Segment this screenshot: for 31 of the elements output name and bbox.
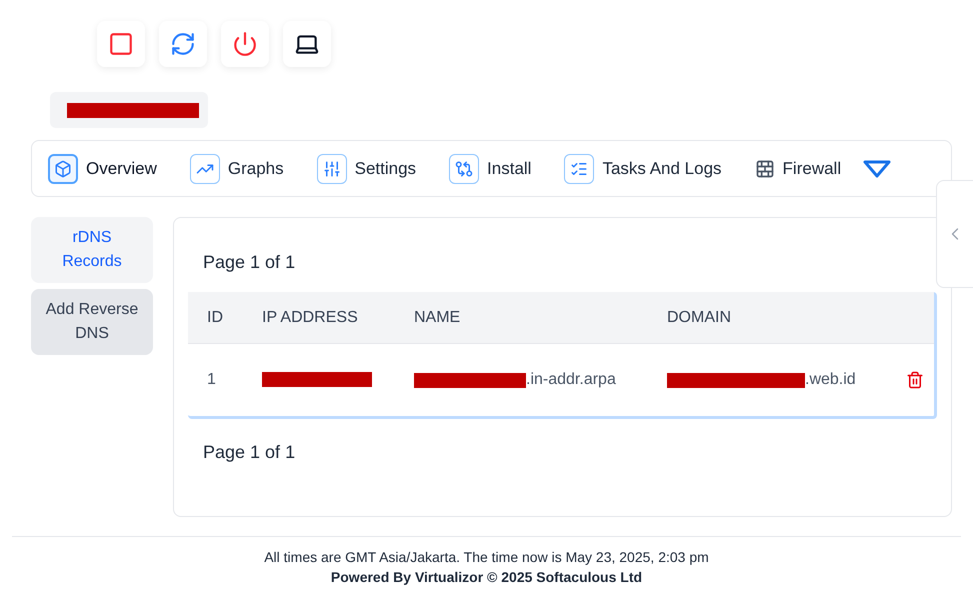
power-icon bbox=[232, 31, 258, 57]
refresh-icon bbox=[170, 31, 196, 57]
nav-tab[interactable]: Tasks And Logs bbox=[564, 154, 722, 184]
nav-tab[interactable]: Overview bbox=[48, 154, 157, 184]
side-menu-item[interactable]: rDNS Records bbox=[31, 217, 153, 283]
powered-by-text: Powered By Virtualizor © 2025 Softaculous Ltd bbox=[330, 568, 642, 587]
nav-tab[interactable]: Settings bbox=[316, 154, 416, 184]
column-header: ID bbox=[206, 308, 224, 328]
brick-wall-icon bbox=[754, 158, 775, 178]
page-indicator: Page 1 of 1 bbox=[202, 251, 296, 274]
stop-icon bbox=[108, 31, 134, 57]
column-header: DOMAIN bbox=[667, 308, 732, 328]
timezone-note: All times are GMT Asia/Jakarta. The time now is May 23, 2025, 2:03 pm bbox=[264, 548, 709, 567]
table-cell-text: 1 bbox=[206, 370, 217, 390]
action-button[interactable] bbox=[283, 21, 331, 67]
table-cell-text: .in-addr.arpa bbox=[526, 370, 616, 390]
branch-arrows-icon bbox=[449, 154, 480, 184]
cube-icon bbox=[48, 154, 78, 184]
dropdown-triangle-icon[interactable] bbox=[862, 158, 892, 178]
column-header: NAME bbox=[414, 308, 462, 328]
sliders-icon bbox=[316, 154, 347, 184]
nav-tab[interactable]: Install bbox=[449, 154, 532, 184]
table-cell-text: .web.id bbox=[805, 370, 856, 390]
side-menu-item[interactable]: Add Reverse DNS bbox=[31, 289, 153, 355]
column-header: IP ADDRESS bbox=[262, 308, 359, 328]
nav-tab[interactable]: Graphs bbox=[190, 154, 284, 184]
page-indicator: Page 1 of 1 bbox=[202, 441, 296, 464]
checklist-icon bbox=[564, 154, 594, 184]
delete-icon[interactable] bbox=[906, 371, 924, 389]
side-panel-toggle[interactable] bbox=[936, 180, 973, 288]
nav-tab[interactable]: Firewall bbox=[754, 156, 842, 182]
